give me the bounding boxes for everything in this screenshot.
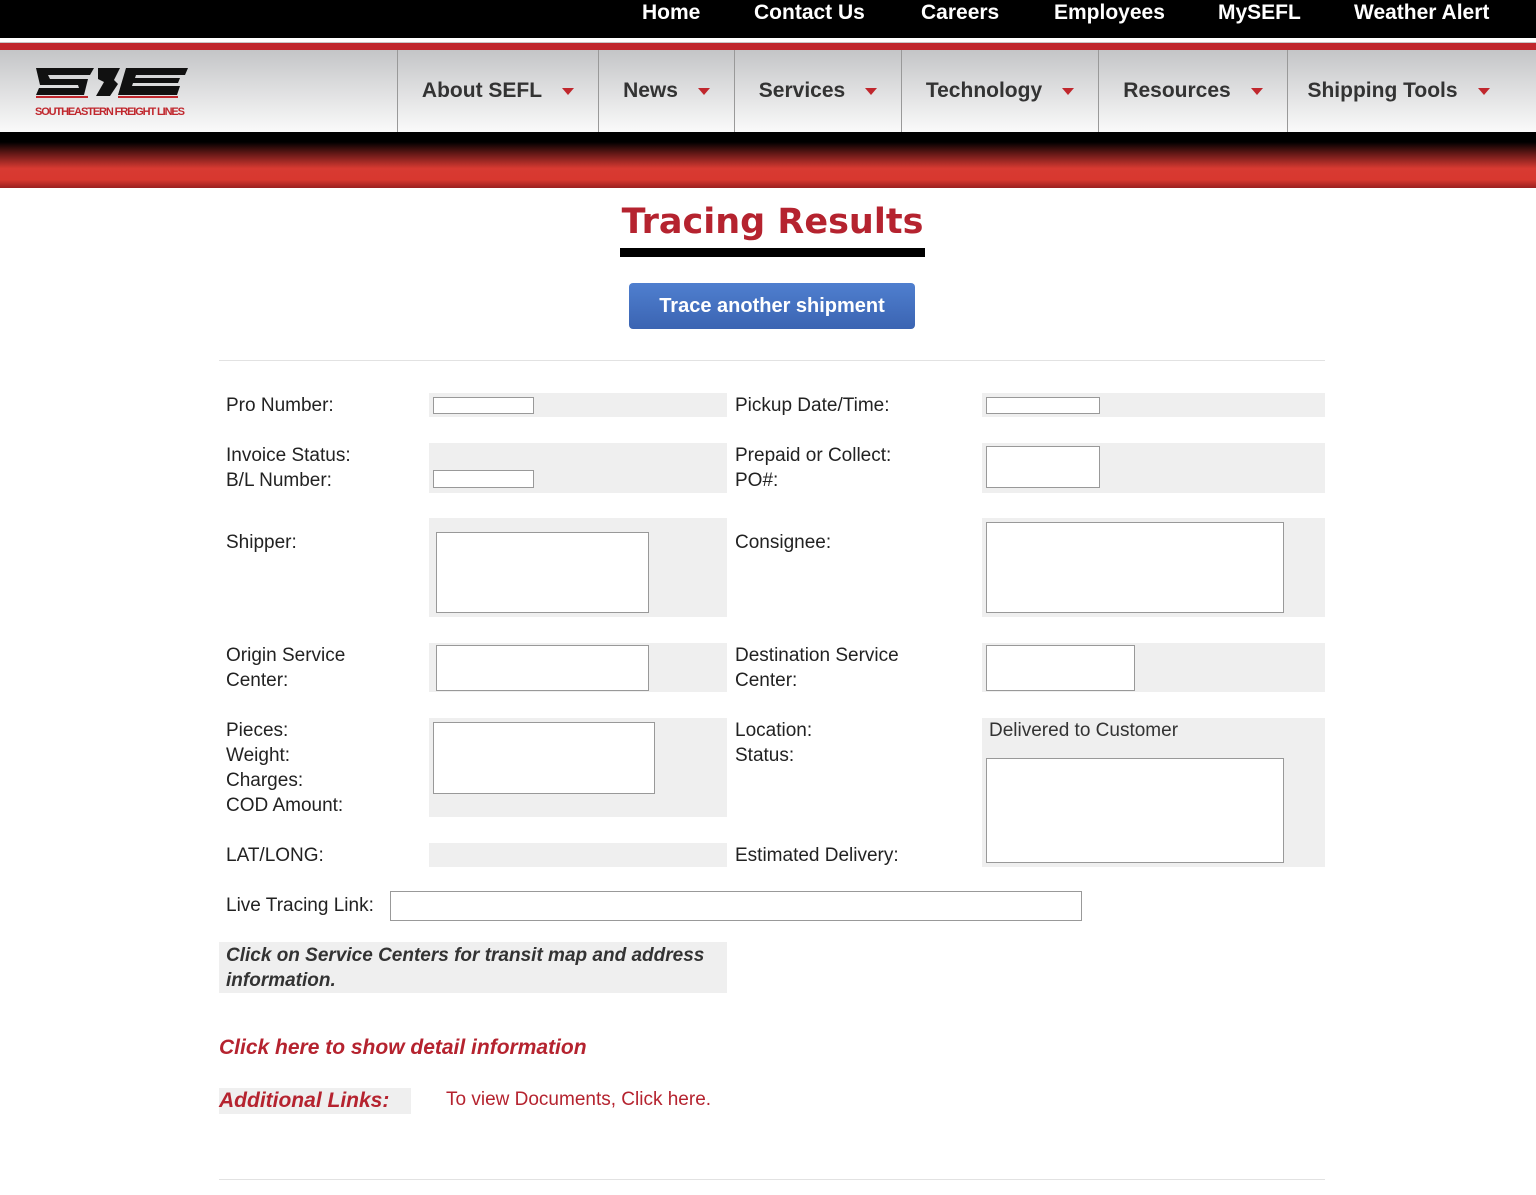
divider	[219, 1179, 1325, 1180]
pickup-value	[986, 397, 1100, 414]
divider	[219, 360, 1325, 361]
status-value-box	[986, 758, 1284, 863]
menu-services[interactable]: Services	[734, 50, 901, 132]
page-title: Tracing Results	[621, 202, 924, 242]
value-cell	[429, 843, 727, 867]
prepaid-value	[986, 446, 1100, 488]
menu-technology[interactable]: Technology	[901, 50, 1098, 132]
label: Status:	[735, 745, 795, 766]
label: LAT/LONG:	[226, 845, 324, 866]
svg-text:SOUTHEASTERN FREIGHT LINES: SOUTHEASTERN FREIGHT LINES	[35, 106, 185, 118]
label: Prepaid or Collect:	[735, 445, 892, 466]
sefl-logo[interactable]: SOUTHEASTERN FREIGHT LINES	[34, 64, 190, 123]
label: PO#:	[735, 470, 779, 491]
label: Pieces:	[226, 720, 289, 741]
status-value: Delivered to Customer	[989, 720, 1179, 741]
menu-label: Services	[758, 79, 846, 102]
divider	[0, 38, 1536, 50]
label: Live Tracing Link:	[226, 895, 374, 916]
destination-service-center-link[interactable]	[986, 645, 1135, 691]
view-documents-link[interactable]: To view Documents, Click here.	[446, 1087, 711, 1112]
show-detail-link[interactable]: Click here to show detail information	[219, 1035, 587, 1060]
menu-shipping-tools[interactable]: Shipping Tools	[1287, 50, 1509, 132]
nav-weather-alert[interactable]: Weather Alert	[1354, 0, 1489, 26]
menu-label: Resources	[1123, 79, 1231, 102]
label: Origin Service	[226, 645, 346, 666]
menu-about-sefl[interactable]: About SEFL	[397, 50, 598, 132]
caret-down-icon	[1062, 87, 1075, 95]
menu-label: Shipping Tools	[1307, 79, 1458, 102]
label: COD Amount:	[226, 795, 344, 816]
pieces-weight-value	[433, 722, 655, 794]
note-text: Click on Service Centers for transit map…	[226, 945, 705, 991]
menu-resources[interactable]: Resources	[1098, 50, 1287, 132]
caret-down-icon	[562, 87, 575, 95]
title-underline	[620, 248, 925, 257]
label: Estimated Delivery:	[735, 845, 899, 866]
label: Location:	[735, 720, 813, 741]
caret-down-icon	[1250, 87, 1263, 95]
header-band	[0, 132, 1536, 188]
label: Consignee:	[735, 532, 832, 553]
label: Center:	[735, 670, 798, 691]
caret-down-icon	[697, 87, 710, 95]
trace-another-shipment-button[interactable]: Trace another shipment	[629, 283, 915, 329]
origin-service-center-link[interactable]	[436, 645, 649, 691]
main-nav: About SEFL News Services Technology Reso…	[0, 50, 1536, 132]
label: Destination Service	[735, 645, 899, 666]
label: B/L Number:	[226, 470, 332, 491]
caret-down-icon	[865, 87, 878, 95]
pro-number-value	[433, 397, 534, 414]
label: Weight:	[226, 745, 291, 766]
label: Shipper:	[226, 532, 297, 553]
caret-down-icon	[1477, 87, 1490, 95]
live-tracing-link-field[interactable]	[390, 891, 1082, 921]
menu-news[interactable]: News	[598, 50, 734, 132]
label: Pro Number:	[226, 395, 334, 416]
bl-number-value	[433, 470, 534, 488]
label: Invoice Status:	[226, 445, 351, 466]
nav-employees[interactable]: Employees	[1054, 0, 1165, 26]
menu-label: News	[623, 79, 678, 102]
label: Center:	[226, 670, 289, 691]
menu-label: Technology	[925, 79, 1043, 102]
note-box: Click on Service Centers for transit map…	[219, 942, 727, 993]
additional-links-label: Additional Links:	[219, 1089, 390, 1112]
nav-home[interactable]: Home	[642, 0, 700, 26]
consignee-value	[986, 522, 1284, 613]
shipper-link[interactable]	[436, 532, 649, 613]
label: Charges:	[226, 770, 304, 791]
label: Pickup Date/Time:	[735, 395, 890, 416]
menu-label: About SEFL	[421, 79, 543, 102]
nav-mysefl[interactable]: MySEFL	[1218, 0, 1301, 26]
nav-contact-us[interactable]: Contact Us	[754, 0, 865, 26]
top-bar: Home Contact Us Careers Employees MySEFL…	[0, 0, 1536, 38]
nav-careers[interactable]: Careers	[921, 0, 999, 26]
